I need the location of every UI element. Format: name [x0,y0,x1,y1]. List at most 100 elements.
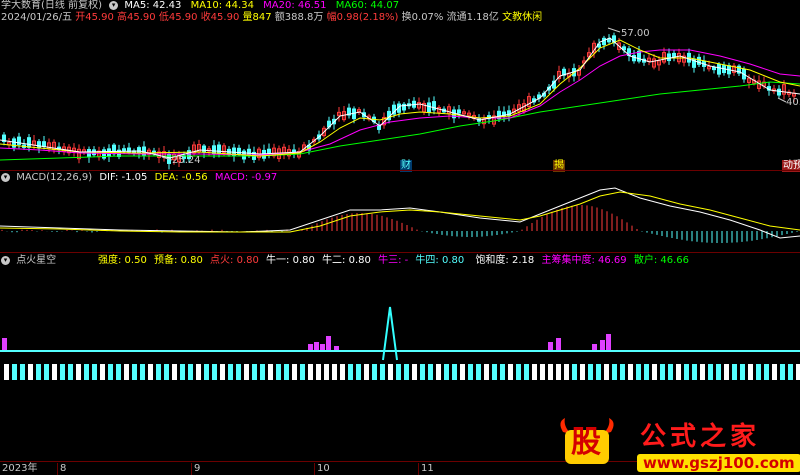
indicator-bar [516,364,521,380]
indicator-bar [180,364,185,380]
candle-body [672,52,676,58]
collapse-icon[interactable]: ▾ [1,255,10,265]
indicator-bar [404,364,409,380]
strength-value: 强度: 0.50 [98,255,147,266]
indicator-bar [724,364,729,380]
indicator-bar [252,364,257,380]
magenta-bar [556,338,561,350]
indicator-bar [500,364,505,380]
magenta-bar [606,334,611,350]
magenta-bar [2,338,7,350]
watermark-name: 公式之家 [640,422,761,452]
indicator-bar [68,364,73,380]
indicator-bar [164,364,169,380]
indicator-bar [316,364,321,380]
peak-leader [607,27,621,33]
indicator-bar [44,364,49,380]
indicator-bar [260,364,265,380]
candles [2,32,796,170]
candle-body [202,145,206,153]
indicator-bar [580,364,585,380]
magenta-bar [592,344,597,350]
indicator-bar [532,364,537,380]
indicator-bar [508,364,513,380]
indicator-bar [148,364,153,380]
trough-price-label: 25.24 [172,155,201,166]
indicator-bar [388,364,393,380]
indicator-bar [276,364,281,380]
indicator-bar [548,364,553,380]
indicator-bar [788,364,793,380]
indicator-bar [420,364,425,380]
indicator-bar [492,364,497,380]
indicator-bar [372,364,377,380]
indicator-bars [0,334,800,380]
indicator-bar [244,364,249,380]
indicator-bar [124,364,129,380]
dea-line [0,191,800,233]
indicator-baseline [0,350,800,352]
indicator-bar [716,364,721,380]
indicator-bar [684,364,689,380]
indicator-bar [348,364,353,380]
prepare-value: 预备: 0.80 [154,255,203,266]
candle-body [697,56,701,65]
magenta-bar [600,340,605,350]
indicator-bar [652,364,657,380]
indicator-bar [108,364,113,380]
candle-body [42,141,46,147]
chart-canvas[interactable] [0,0,800,475]
xaxis-month-11: 11 [418,463,434,475]
indicator-bar [452,364,457,380]
ignite-spike [382,306,398,361]
indicator-bar [468,364,473,380]
main-concentration-value: 主筹集中度: 46.69 [541,255,627,266]
indicator-bar [628,364,633,380]
indicator-bar [332,364,337,380]
indicator-bar [212,364,217,380]
candle-body [457,109,461,114]
collapse-icon[interactable]: ▾ [1,172,10,182]
indicator-bar [140,364,145,380]
indicator-bar [756,364,761,380]
indicator-bar [36,364,41,380]
indicator-bar [540,364,545,380]
indicator-bar [4,364,9,380]
indicator-bar [460,364,465,380]
retail-value: 散户: 46.66 [633,255,690,266]
indicator-bar [52,364,57,380]
indicator-bar [236,364,241,380]
xaxis-month-8: 8 [57,463,66,475]
macd-indicator-divider [0,252,800,253]
indicator-bar [692,364,697,380]
indicator-bar [620,364,625,380]
ma5-line [0,37,800,159]
indicator-bar [324,364,329,380]
bull3-value: 牛三: - [378,255,409,266]
indicator-bar [196,364,201,380]
indicator-bar [308,364,313,380]
indicator-bar [396,364,401,380]
dif-value: DIF: -1.05 [99,172,148,183]
indicator-bar [700,364,705,380]
indicator-bar [572,364,577,380]
ma20-line [0,49,800,156]
indicator-bar [60,364,65,380]
indicator-bar [764,364,769,380]
indicator-bar [636,364,641,380]
candle-body [667,53,671,62]
watermark-logo: 股 公式之家 www.gszj100.com [555,418,800,475]
indicator-bar [644,364,649,380]
indicator-bar [228,364,233,380]
indicator-bar [132,364,137,380]
indicator-bar [188,364,193,380]
magenta-bar [308,344,313,350]
xaxis-year: 2023年 [2,463,38,474]
macd-title[interactable]: MACD(12,26,9) [16,172,92,183]
indicator-title[interactable]: 点火星空 [16,255,56,266]
indicator-bar [436,364,441,380]
indicator-bar [172,364,177,380]
indicator-bar [356,364,361,380]
xaxis-month-10: 10 [314,463,330,475]
indicator-bar [780,364,785,380]
